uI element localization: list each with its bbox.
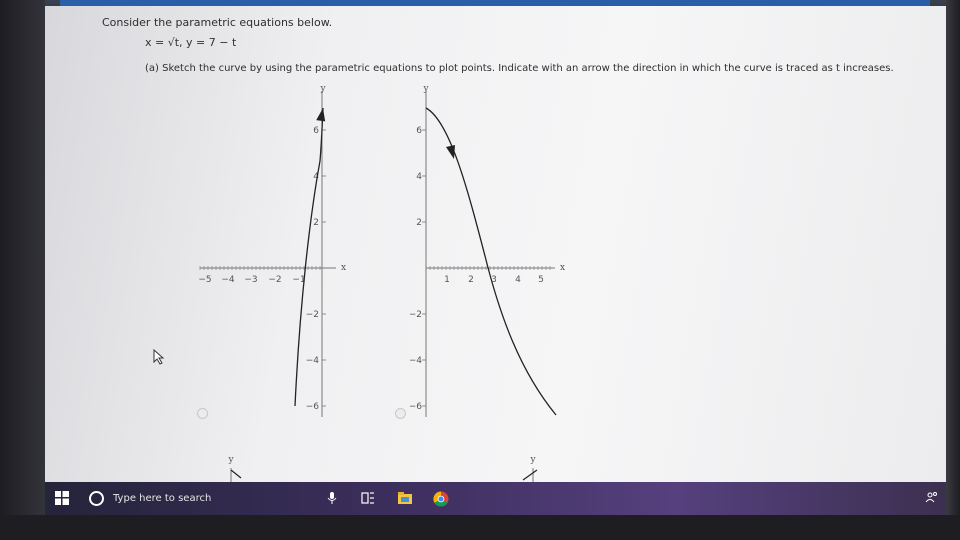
y-axis-label: y bbox=[227, 455, 234, 465]
file-explorer-icon[interactable] bbox=[397, 491, 413, 505]
y-tick-label: 4 bbox=[416, 172, 422, 182]
y-tick-label: 2 bbox=[416, 218, 422, 228]
y-tick-label: −4 bbox=[306, 356, 320, 366]
x-tick-label: −3 bbox=[244, 275, 257, 285]
right-bezel bbox=[946, 0, 960, 540]
windows-start-icon[interactable] bbox=[55, 491, 69, 505]
x-tick-label: 4 bbox=[515, 275, 521, 285]
radio-option-2[interactable] bbox=[395, 408, 406, 419]
parametric-equations: x = √t, y = 7 − t bbox=[145, 36, 237, 49]
axes bbox=[425, 91, 555, 417]
y-tick-label: 6 bbox=[416, 126, 422, 136]
answer-graph-option-1[interactable]: y x −5 −4 −3 −2 −1 6 4 2 −2 −4 −6 bbox=[195, 81, 355, 421]
task-view-icon[interactable] bbox=[361, 491, 375, 505]
x-tick-label: 1 bbox=[444, 275, 450, 285]
cortana-icon[interactable] bbox=[89, 491, 104, 506]
x-axis-label: x bbox=[560, 263, 565, 273]
y-axis-label: y bbox=[529, 455, 536, 465]
question-part-a: (a) Sketch the curve by using the parame… bbox=[145, 63, 894, 74]
y-ticks bbox=[422, 129, 426, 407]
browser-content: Consider the parametric equations below.… bbox=[45, 6, 946, 482]
people-icon[interactable] bbox=[925, 491, 939, 503]
radio-option-1[interactable] bbox=[197, 408, 208, 419]
y-tick-label: −6 bbox=[306, 402, 320, 412]
x-tick-label: 5 bbox=[538, 275, 544, 285]
answer-graph-option-2[interactable]: y x 1 2 3 4 5 6 4 2 −2 −4 −6 bbox=[410, 81, 585, 421]
y-tick-label: −4 bbox=[410, 356, 422, 366]
microphone-icon[interactable] bbox=[327, 491, 337, 505]
y-tick-label: 2 bbox=[313, 218, 319, 228]
y-axis-label: y bbox=[422, 84, 429, 94]
mouse-cursor-icon bbox=[153, 349, 165, 365]
partial-graph-4: y bbox=[522, 455, 538, 482]
taskbar-search-input[interactable]: Type here to search bbox=[113, 493, 211, 504]
y-axis-label: y bbox=[319, 84, 326, 94]
axes bbox=[200, 91, 336, 417]
chrome-icon[interactable] bbox=[433, 491, 449, 507]
x-tick-label: −5 bbox=[198, 275, 211, 285]
x-tick-label: −4 bbox=[221, 275, 235, 285]
windows-taskbar: Type here to search bbox=[45, 482, 946, 515]
bottom-bezel bbox=[0, 515, 960, 540]
y-tick-label: −6 bbox=[410, 402, 422, 412]
left-bezel bbox=[0, 0, 45, 540]
direction-arrow-icon bbox=[446, 145, 455, 159]
x-tick-label: −2 bbox=[268, 275, 281, 285]
y-tick-label: −2 bbox=[306, 310, 319, 320]
question-intro: Consider the parametric equations below. bbox=[102, 16, 333, 29]
x-tick-label: 2 bbox=[468, 275, 474, 285]
x-axis-label: x bbox=[341, 263, 346, 273]
partial-graph-3: y bbox=[227, 455, 242, 482]
y-tick-label: −2 bbox=[410, 310, 422, 320]
y-tick-label: 6 bbox=[313, 126, 319, 136]
curve-path bbox=[425, 107, 557, 416]
